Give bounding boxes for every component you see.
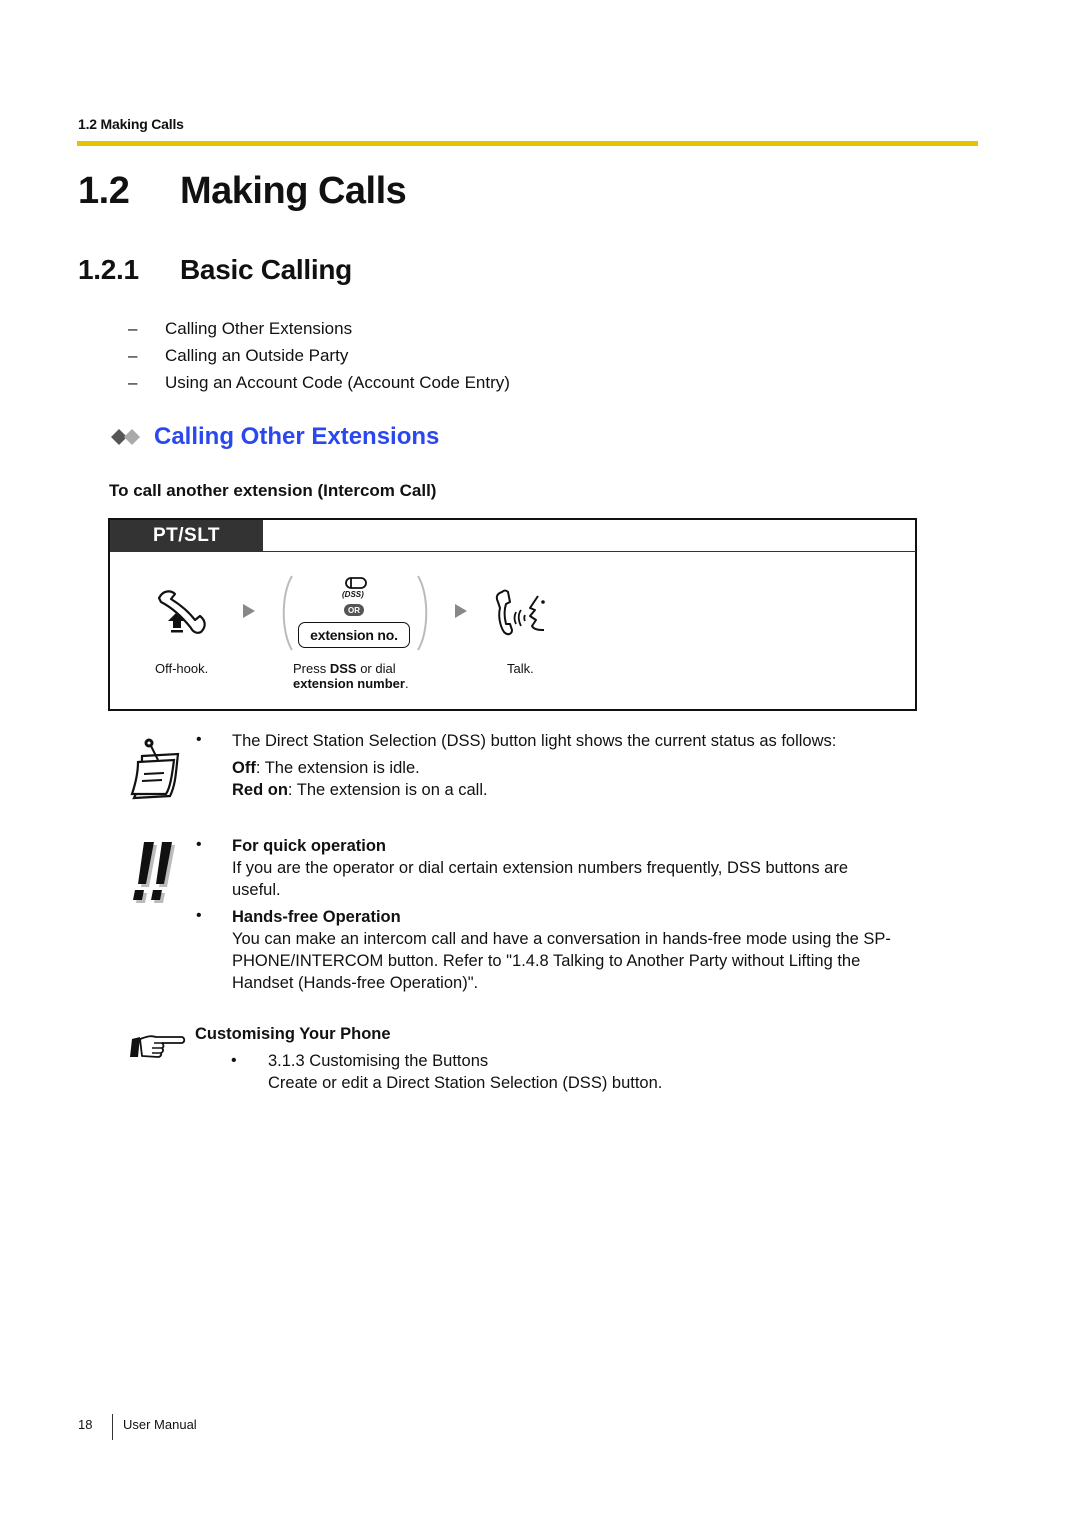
bullet: •: [196, 836, 202, 853]
section-title: Making Calls: [180, 170, 407, 212]
subsection-heading: 1.2.1 Basic Calling: [78, 254, 352, 286]
reference-title: Customising Your Phone: [195, 1025, 391, 1043]
double-exclamation-icon: [133, 842, 175, 903]
topic-link[interactable]: Using an Account Code (Account Code Entr…: [165, 369, 510, 396]
extension-number-input[interactable]: extension no.: [298, 622, 410, 648]
caption-text: Press: [293, 661, 330, 676]
step-arrow-icon: [243, 604, 255, 618]
topic-heading: Calling Other Extensions: [110, 423, 439, 451]
device-tab: PT/SLT: [110, 520, 263, 552]
caption-text: or dial: [356, 661, 396, 676]
topic-list: – Calling Other Extensions – Calling an Ou…: [128, 315, 510, 396]
step-caption: Talk.: [507, 661, 534, 676]
bullet: •: [196, 731, 202, 748]
status-red-on-row: Red on: The extension is on a call.: [232, 779, 488, 801]
step-arrow-icon: [455, 604, 467, 618]
tip-line: You can make an intercom call and have a…: [232, 930, 891, 948]
off-hook-handset-icon: [157, 590, 206, 634]
procedure-title: To call another extension (Intercom Call…: [109, 481, 437, 500]
tab-divider: [263, 551, 916, 552]
status-label: Red on: [232, 781, 288, 799]
bullet: •: [196, 907, 202, 924]
footer-divider: [112, 1414, 113, 1440]
status-desc: : The extension is idle.: [255, 759, 420, 777]
bullet: •: [231, 1052, 237, 1069]
status-desc: : The extension is on a call.: [287, 781, 488, 799]
reference-desc: Create or edit a Direct Station Selectio…: [268, 1074, 663, 1092]
dash: –: [128, 346, 138, 365]
section-number: 1.2: [78, 170, 130, 212]
subsection-title: Basic Calling: [180, 254, 352, 285]
dss-label: (DSS): [342, 590, 364, 599]
topic-link[interactable]: Calling Other Extensions: [165, 315, 352, 342]
or-badge: OR: [344, 604, 364, 616]
tip-line: useful.: [232, 881, 281, 899]
talk-icon: [495, 589, 545, 636]
subsection-number: 1.2.1: [78, 254, 139, 285]
section-heading: 1.2 Making Calls: [78, 170, 407, 213]
tip-line: If you are the operator or dial certain …: [232, 859, 849, 877]
tip-title: Hands-free Operation: [232, 908, 401, 926]
step-caption: Press DSS or dial extension number.: [293, 661, 409, 691]
note-text: The Direct Station Selection (DSS) butto…: [232, 732, 837, 750]
double-diamond-icon: [111, 429, 140, 445]
topic-title: Calling Other Extensions: [154, 423, 440, 450]
tip-line: PHONE/INTERCOM button. Refer to "1.4.8 T…: [232, 952, 861, 970]
tip-line: Handset (Hands-free Operation)".: [232, 974, 479, 992]
pointing-hand-icon: [130, 1035, 186, 1058]
dash: –: [128, 373, 138, 392]
topic-list-item[interactable]: – Calling an Outside Party: [128, 342, 510, 369]
topic-list-item[interactable]: – Calling Other Extensions: [128, 315, 510, 342]
caption-bold: extension number: [293, 676, 405, 691]
page-number: 18: [78, 1417, 93, 1432]
reference-link[interactable]: 3.1.3 Customising the Buttons: [268, 1050, 488, 1072]
running-header: 1.2 Making Calls: [78, 116, 184, 132]
tip-title: For quick operation: [232, 837, 387, 855]
dash: –: [128, 319, 138, 338]
caption-text: .: [404, 676, 409, 691]
caption-bold: DSS: [329, 661, 357, 676]
topic-list-item[interactable]: – Using an Account Code (Account Code Ent…: [128, 369, 510, 396]
step-caption: Off-hook.: [155, 661, 209, 676]
note-memo-icon: [130, 738, 180, 800]
dss-button-icon[interactable]: [345, 577, 367, 589]
status-label: Off: [232, 759, 256, 777]
footer-label: User Manual: [123, 1417, 197, 1432]
topic-link[interactable]: Calling an Outside Party: [165, 342, 348, 369]
header-rule: [77, 141, 978, 146]
status-off-row: Off: The extension is idle.: [232, 757, 420, 779]
